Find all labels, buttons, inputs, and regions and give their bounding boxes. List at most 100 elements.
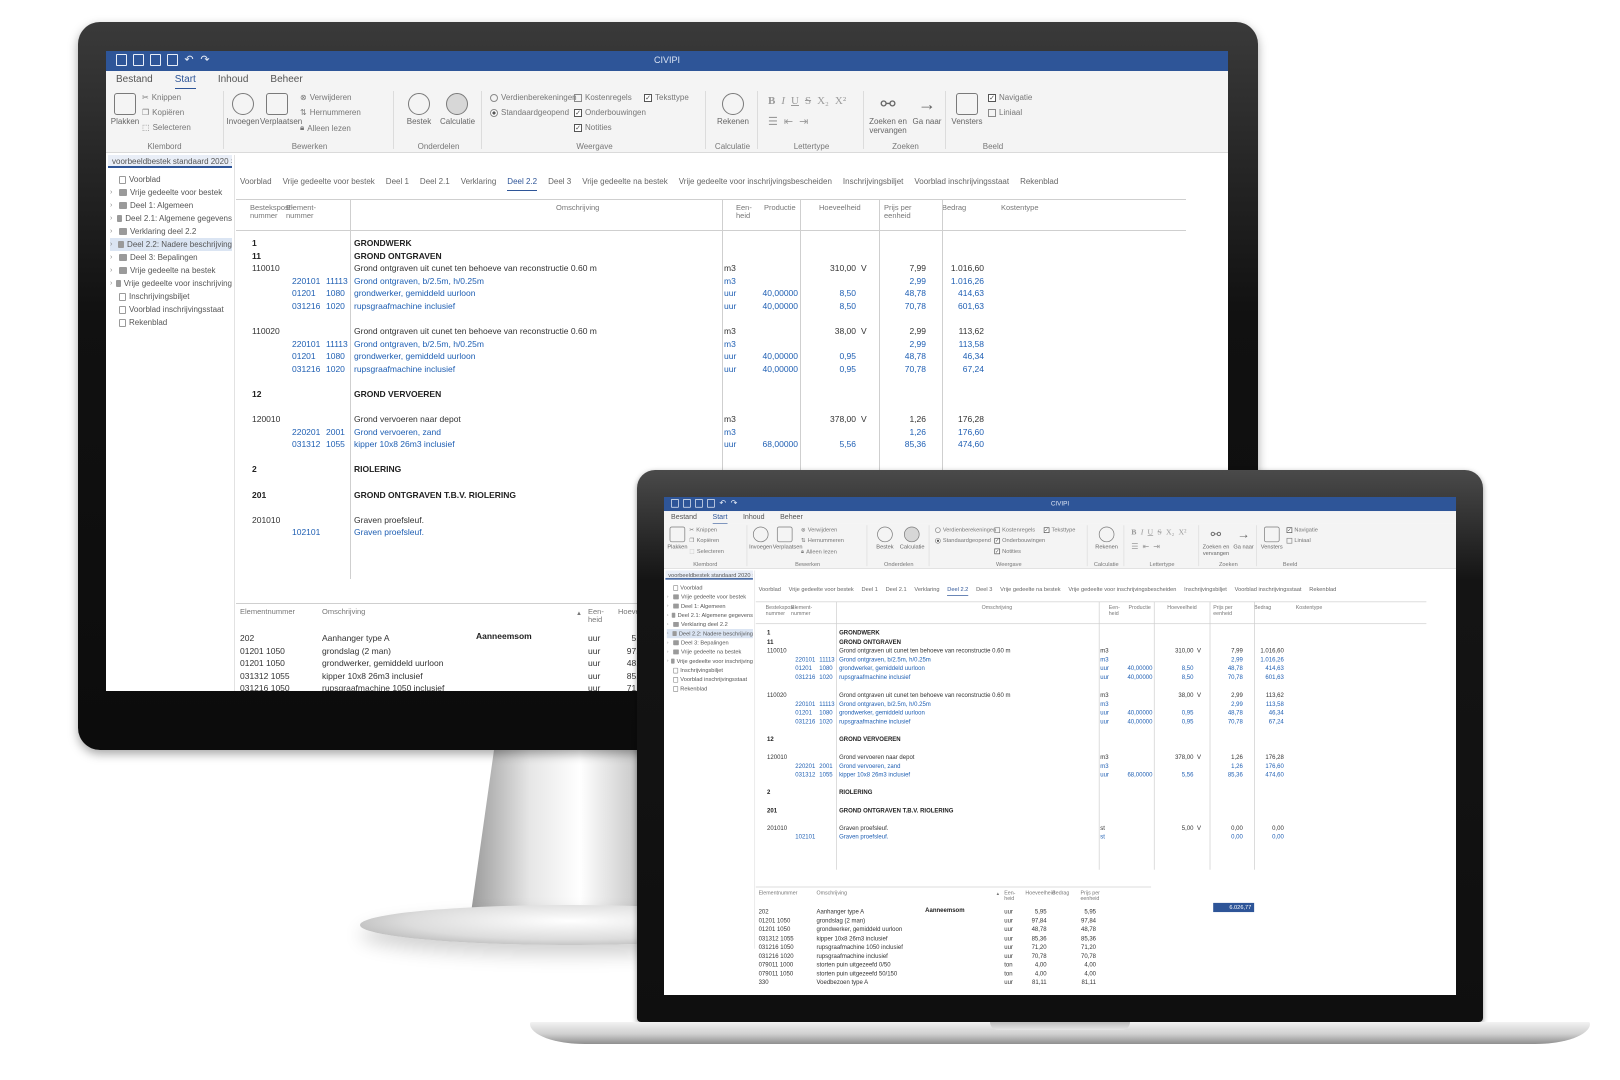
- kostenregels-checkbox[interactable]: Kostenregels: [574, 93, 632, 102]
- windows-button[interactable]: Vensters: [1260, 526, 1284, 550]
- column-header-desc[interactable]: Omschrijving: [322, 608, 365, 616]
- renumber-button[interactable]: ⇅ Hernummeren: [300, 108, 361, 117]
- tree-item[interactable]: › Vrije gedeelte na bestek: [110, 264, 232, 277]
- column-header-unit[interactable]: Een- heid: [1004, 890, 1015, 901]
- table-row[interactable]: 01201 1080 grondwerker, gemiddeld uurloon u…: [236, 287, 1186, 300]
- readonly-button[interactable]: 🔒︎ Alleen lezen: [801, 548, 837, 555]
- menu-inhoud[interactable]: Inhoud: [218, 71, 249, 89]
- table-row[interactable]: 201010 Graven proefsleuf. st 5,00V 0,00 0,00: [756, 824, 1427, 833]
- column-header-element[interactable]: Element- nummer: [286, 204, 316, 220]
- tree-item[interactable]: › Vrije gedeelte voor inschrijving: [110, 277, 232, 290]
- column-header-prijs[interactable]: Prijs per eenheid: [884, 204, 912, 220]
- chevron-right-icon[interactable]: ›: [110, 202, 116, 209]
- section-tab[interactable]: Inschrijvingsbiljet: [843, 177, 903, 191]
- table-row[interactable]: 031216 1020 rupsgraafmachine inclusief uur 4…: [756, 673, 1427, 682]
- chevron-right-icon[interactable]: ›: [667, 649, 671, 654]
- chevron-right-icon[interactable]: ›: [110, 267, 116, 274]
- navigatie-checkbox[interactable]: Navigatie: [1286, 527, 1318, 533]
- section-tab[interactable]: Deel 2.1: [420, 177, 450, 191]
- tree-item[interactable]: Voorblad: [667, 583, 753, 592]
- find-replace-button[interactable]: ⚯ Zoeken en vervangen: [1202, 527, 1230, 556]
- tree-item[interactable]: › Deel 3: Bepalingen: [667, 638, 753, 647]
- verdienberekening-radio[interactable]: Verdienberekeningen: [490, 93, 577, 102]
- teksttype-checkbox[interactable]: Teksttype: [1043, 527, 1075, 533]
- paste-button[interactable]: Plakken: [665, 526, 689, 550]
- tree-item[interactable]: › Vrije gedeelte voor bestek: [667, 592, 753, 601]
- table-row[interactable]: 110010 Grond ontgraven uit cunet ten beho…: [756, 646, 1427, 655]
- subscript-icon[interactable]: X₂: [1166, 528, 1174, 536]
- italic-icon[interactable]: I: [781, 95, 785, 107]
- column-header-bedrag[interactable]: Bedrag: [1052, 890, 1069, 896]
- chevron-right-icon[interactable]: ›: [110, 280, 113, 287]
- tree-item[interactable]: Inschrijvingsbiljet: [110, 290, 232, 303]
- windows-button[interactable]: Vensters: [950, 93, 984, 126]
- table-row[interactable]: 102101 Graven proefsleuf. st 0,00 0,00: [756, 832, 1427, 841]
- section-tab[interactable]: Deel 1: [386, 177, 409, 191]
- underline-icon[interactable]: U: [791, 95, 799, 107]
- column-header-kostentype[interactable]: Kostentype: [1001, 204, 1039, 212]
- menu-beheer[interactable]: Beheer: [270, 71, 302, 89]
- strikethrough-icon[interactable]: S: [805, 95, 811, 107]
- list-icon[interactable]: ☰: [768, 115, 778, 128]
- chevron-right-icon[interactable]: ›: [110, 254, 116, 261]
- table-row[interactable]: 110020 Grond ontgraven uit cunet ten beho…: [236, 325, 1186, 338]
- table-row[interactable]: 031216 1020 rupsgraafmachine inclusief uur 4…: [756, 717, 1427, 726]
- strikethrough-icon[interactable]: S: [1157, 528, 1161, 536]
- verdienberekening-radio[interactable]: Verdienberekeningen: [935, 527, 996, 533]
- menu-bestand[interactable]: Bestand: [116, 71, 153, 89]
- paste-button[interactable]: Plakken: [108, 93, 142, 126]
- tree-item[interactable]: › Vrije gedeelte voor bestek: [110, 186, 232, 199]
- section-tab[interactable]: Verklaring: [461, 177, 497, 191]
- notities-checkbox[interactable]: Notities: [994, 548, 1021, 554]
- section-tab[interactable]: Deel 2.2: [947, 586, 969, 596]
- tree-item[interactable]: › Vrije gedeelte na bestek: [667, 647, 753, 656]
- outdent-icon[interactable]: ⇥: [799, 115, 808, 128]
- superscript-icon[interactable]: X²: [835, 95, 846, 107]
- delete-button[interactable]: ⊗ Verwijderen: [801, 527, 837, 533]
- tree-item[interactable]: Voorblad inschrijvingsstaat: [110, 303, 232, 316]
- move-button[interactable]: Verplaatsen: [773, 526, 803, 550]
- column-header-prijs[interactable]: Prijs per eenheid: [1213, 605, 1232, 616]
- tree-item[interactable]: › Vrije gedeelte voor inschrijving: [667, 657, 753, 666]
- column-header-unit[interactable]: Een- heid: [588, 608, 604, 624]
- list-item[interactable]: 202 Aanhanger type A uur 5,95 5,95: [756, 907, 1151, 916]
- bold-icon[interactable]: B: [768, 95, 775, 107]
- chevron-right-icon[interactable]: ›: [667, 613, 670, 618]
- table-row[interactable]: 11 GROND ONTGRAVEN: [236, 250, 1186, 263]
- document-tab[interactable]: voorbeeldbestek standaard 2020 ×: [665, 570, 753, 580]
- menu-bestand[interactable]: Bestand: [671, 511, 697, 524]
- delete-button[interactable]: ⊗ Verwijderen: [300, 93, 352, 102]
- table-row[interactable]: 110010 Grond ontgraven uit cunet ten beho…: [236, 262, 1186, 275]
- section-tab[interactable]: Vrije gedeelte na bestek: [582, 177, 668, 191]
- copy-button[interactable]: ❐ Kopiëren: [689, 537, 719, 543]
- menu-start[interactable]: Start: [174, 71, 196, 89]
- table-row[interactable]: 220101 11113 Grond ontgraven, b/2.5m, h/0.…: [756, 699, 1427, 708]
- section-tab[interactable]: Rekenblad: [1309, 586, 1336, 596]
- kostenregels-checkbox[interactable]: Kostenregels: [994, 527, 1035, 533]
- section-tab[interactable]: Deel 1: [862, 586, 878, 596]
- outdent-icon[interactable]: ⇥: [1153, 542, 1160, 551]
- tree-item[interactable]: › Deel 3: Bepalingen: [110, 251, 232, 264]
- tree-item[interactable]: › Verklaring deel 2.2: [667, 620, 753, 629]
- table-row[interactable]: 1 GRONDWERK: [756, 628, 1427, 637]
- list-item[interactable]: 330 Voedbezoen type A uur 81,11 81,11: [756, 978, 1151, 987]
- column-header-hoeveelheid[interactable]: Hoeveelheid: [1167, 605, 1196, 611]
- chevron-right-icon[interactable]: ›: [667, 594, 671, 599]
- bestek-button[interactable]: Bestek: [873, 526, 897, 550]
- tree-item[interactable]: › Deel 1: Algemeen: [110, 199, 232, 212]
- chevron-right-icon[interactable]: ›: [110, 189, 116, 196]
- table-row[interactable]: 120010 Grond vervoeren naar depot m3 378,00…: [236, 413, 1186, 426]
- liniaal-checkbox[interactable]: Liniaal: [1286, 537, 1311, 544]
- sort-up-icon[interactable]: ▲: [996, 892, 1000, 898]
- rekenen-button[interactable]: Rekenen: [1095, 526, 1119, 550]
- section-tab[interactable]: Voorblad: [759, 586, 781, 596]
- list-item[interactable]: 01201 1050 grondwerker, gemiddeld uurloon…: [756, 925, 1151, 934]
- table-row[interactable]: 220201 2001 Grond vervoeren, zand m3 1,26 176…: [236, 426, 1186, 439]
- standaardgeopend-radio[interactable]: Standaardgeopend: [935, 537, 991, 544]
- insert-button[interactable]: Invoegen: [226, 93, 260, 126]
- list-item[interactable]: 031312 1055 kipper 10x8 26m3 inclusief uur…: [756, 934, 1151, 943]
- column-header-omschrijving[interactable]: Omschrijving: [556, 204, 599, 212]
- subscript-icon[interactable]: X₂: [817, 95, 829, 107]
- table-row[interactable]: 11 GROND ONTGRAVEN: [756, 637, 1427, 646]
- table-row[interactable]: 220101 11113 Grond ontgraven, b/2.5m, h/0.…: [756, 655, 1427, 664]
